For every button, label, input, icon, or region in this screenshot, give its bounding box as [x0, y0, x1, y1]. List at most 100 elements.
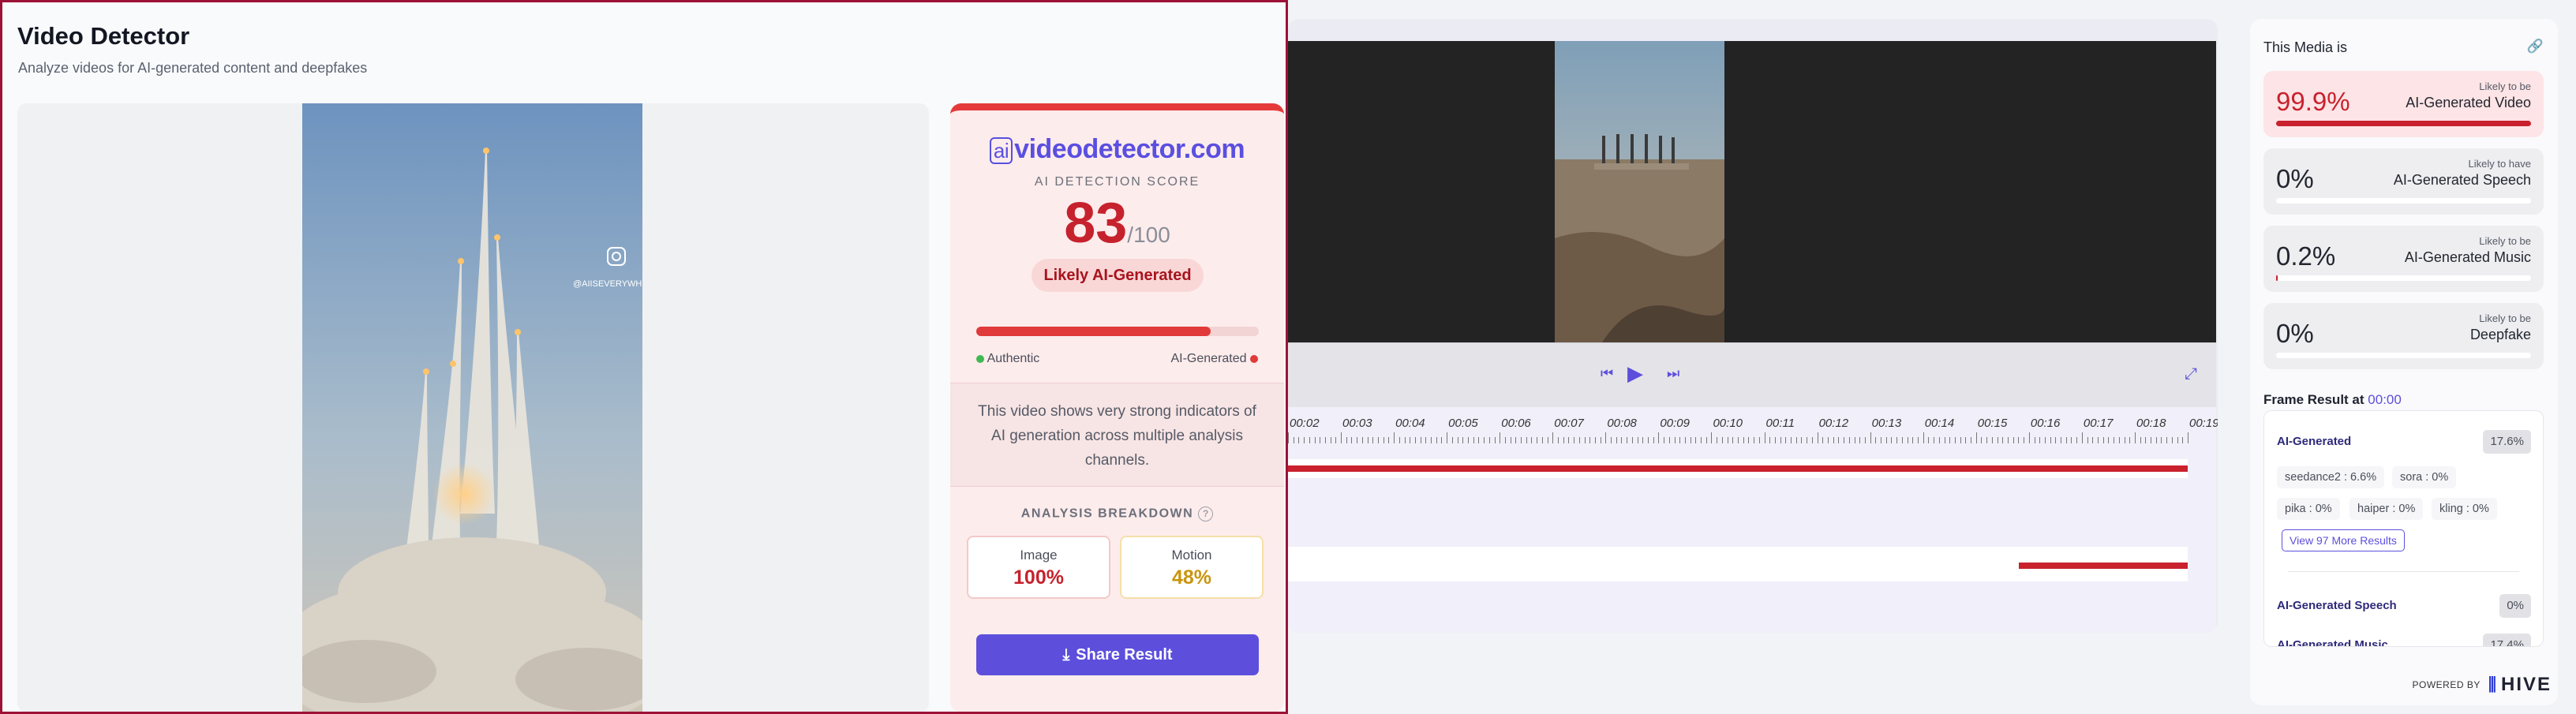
timeline-tick-mark: [1648, 437, 1649, 443]
media-viewer: ⏮ ▶ ⏭ ⤢ 00:02 00:03 00:04 00:05 00:06 00:07 00…: [1288, 19, 2218, 633]
next-frame-icon[interactable]: ⏭: [1667, 365, 1679, 382]
timeline-tick-mark: [1695, 437, 1697, 443]
frame-music-value: 17.4%: [2483, 634, 2531, 646]
timeline-tick-mark: [2044, 437, 2046, 443]
timeline-tick-label: 00:10: [1713, 417, 1743, 430]
timeline-tick-label: 00:14: [1924, 417, 1955, 430]
previous-frame-icon[interactable]: ⏮: [1601, 365, 1613, 382]
video-player[interactable]: [1288, 41, 2216, 342]
authentic-dot: [976, 354, 984, 363]
timeline-tick-label: 00:02: [1290, 417, 1320, 430]
timeline-track-2: [1288, 547, 2188, 581]
timeline-tick-mark: [1891, 437, 1893, 443]
result-card-deepfake[interactable]: 0% Likely to be Deepfake: [2263, 303, 2544, 369]
timeline-tick-mark: [1642, 437, 1644, 443]
model-name: haiper :: [2357, 503, 2396, 515]
metric-image: Image 100%: [967, 536, 1110, 599]
timeline-tick-mark: [1515, 437, 1517, 443]
timeline-tick-mark: [1738, 437, 1739, 443]
timeline-tick-mark: [2098, 437, 2099, 443]
timeline-tick-mark: [1578, 437, 1580, 443]
result-label: AI-Generated Speech: [2393, 172, 2531, 188]
fullscreen-icon[interactable]: ⤢: [2185, 365, 2197, 383]
timeline-tick-mark: [2140, 437, 2141, 443]
result-bar: [2276, 353, 2531, 358]
timeline[interactable]: 00:02 00:03 00:04 00:05 00:06 00:07 00:08 00:09…: [1288, 407, 2218, 633]
result-card-music[interactable]: 0.2% Likely to be AI-Generated Music: [2263, 226, 2544, 292]
share-result-button[interactable]: ⤓ Share Result: [976, 634, 1259, 675]
timeline-tick-mark: [2071, 437, 2072, 443]
timeline-tick-mark: [2166, 437, 2168, 443]
bar-left-label: Authentic: [987, 352, 1040, 365]
timeline-tick-label: 00:15: [1977, 417, 2008, 430]
page-subtitle: Analyze videos for AI-generated content …: [18, 60, 368, 76]
frame-music-label: AI-Generated Music: [2277, 638, 2388, 647]
timeline-tick-mark: [1833, 437, 1834, 443]
model-name: kling :: [2439, 503, 2469, 515]
play-icon[interactable]: ▶: [1627, 361, 1643, 386]
result-qualifier: Likely to be: [2479, 312, 2531, 324]
timeline-tick-mark: [1785, 437, 1787, 443]
download-icon: ⤓: [1062, 646, 1070, 664]
bar-ai-legend: AI-Generated: [1170, 352, 1258, 366]
frame-ai-value: 17.6%: [2483, 430, 2531, 454]
model-chip: haiper : 0%: [2349, 498, 2424, 520]
model-name: sora :: [2400, 471, 2429, 484]
video-watermark: @AIISEVERYWHERE: [573, 279, 642, 289]
timeline-tick-mark: [1361, 437, 1363, 443]
timeline-tick-label: 00:04: [1395, 417, 1425, 430]
timeline-tick-mark: [1558, 437, 1559, 443]
timeline-tick-mark: [2008, 437, 2009, 443]
hive-logo-icon: ⫼: [2488, 675, 2496, 694]
help-icon[interactable]: ?: [1198, 507, 1214, 521]
timeline-tick-mark: [2028, 432, 2030, 443]
timeline-tick-mark: [1721, 437, 1723, 443]
timeline-tick-label: 00:07: [1554, 417, 1584, 430]
timeline-tick-mark: [1859, 437, 1861, 443]
video-detector-panel: Video Detector Analyze videos for AI-gen…: [0, 0, 1288, 714]
timeline-tick-mark: [1991, 437, 1993, 443]
timeline-tick-mark: [1986, 437, 1988, 443]
hive-brand: HIVE: [2500, 674, 2552, 695]
timeline-tick-mark: [1594, 437, 1596, 443]
timeline-tick-label: 00:05: [1448, 417, 1478, 430]
timeline-tick-mark: [2055, 437, 2057, 443]
timeline-tick-label: 00:08: [1607, 417, 1637, 430]
timeline-tick-mark: [1711, 432, 1713, 443]
timeline-tick-mark: [1314, 437, 1316, 443]
timeline-tick-mark: [1584, 437, 1586, 443]
timeline-tick-mark: [1341, 432, 1342, 443]
result-qualifier: Likely to have: [2468, 158, 2532, 170]
score-bar: [976, 327, 1259, 336]
link-icon[interactable]: 🔗: [2527, 39, 2544, 54]
model-value: 0%: [2472, 503, 2489, 515]
timeline-tick-mark: [1616, 437, 1617, 443]
timeline-tick-mark: [1324, 437, 1326, 443]
view-more-results-button[interactable]: View 97 More Results: [2282, 529, 2405, 551]
result-card-speech[interactable]: 0% Likely to have AI-Generated Speech: [2263, 148, 2544, 215]
frame-result-label: Frame Result at: [2263, 392, 2364, 407]
timeline-tick-mark: [1864, 437, 1866, 443]
video-thumbnail: [1555, 41, 1724, 342]
timeline-tick-mark: [1912, 437, 1914, 443]
timeline-tick-mark: [2118, 437, 2120, 443]
timeline-tick-mark: [2171, 437, 2173, 443]
timeline-tick-mark: [1811, 437, 1813, 443]
timeline-tick-label: 00:12: [1818, 417, 1849, 430]
model-chip: kling : 0%: [2432, 498, 2497, 520]
video-preview[interactable]: @AIISEVERYWHERE: [17, 103, 929, 712]
timeline-tick-mark: [1875, 437, 1877, 443]
timeline-tick-mark: [1748, 437, 1750, 443]
timeline-tick-mark: [1828, 437, 1829, 443]
timeline-tick-mark: [1701, 437, 1702, 443]
divider: [2288, 571, 2519, 572]
frame-speech-value: 0%: [2499, 594, 2531, 618]
result-percent: 0%: [2276, 319, 2314, 348]
powered-by: POWERED BY ⫼ HIVE: [2413, 673, 2552, 697]
result-card-video[interactable]: 99.9% Likely to be AI-Generated Video: [2263, 71, 2544, 137]
timeline-tick-mark: [1611, 437, 1612, 443]
model-value: 0%: [2398, 503, 2416, 515]
timeline-tick-mark: [1918, 437, 1919, 443]
page-title: Video Detector: [17, 22, 190, 50]
timeline-tick-mark: [1658, 432, 1660, 443]
